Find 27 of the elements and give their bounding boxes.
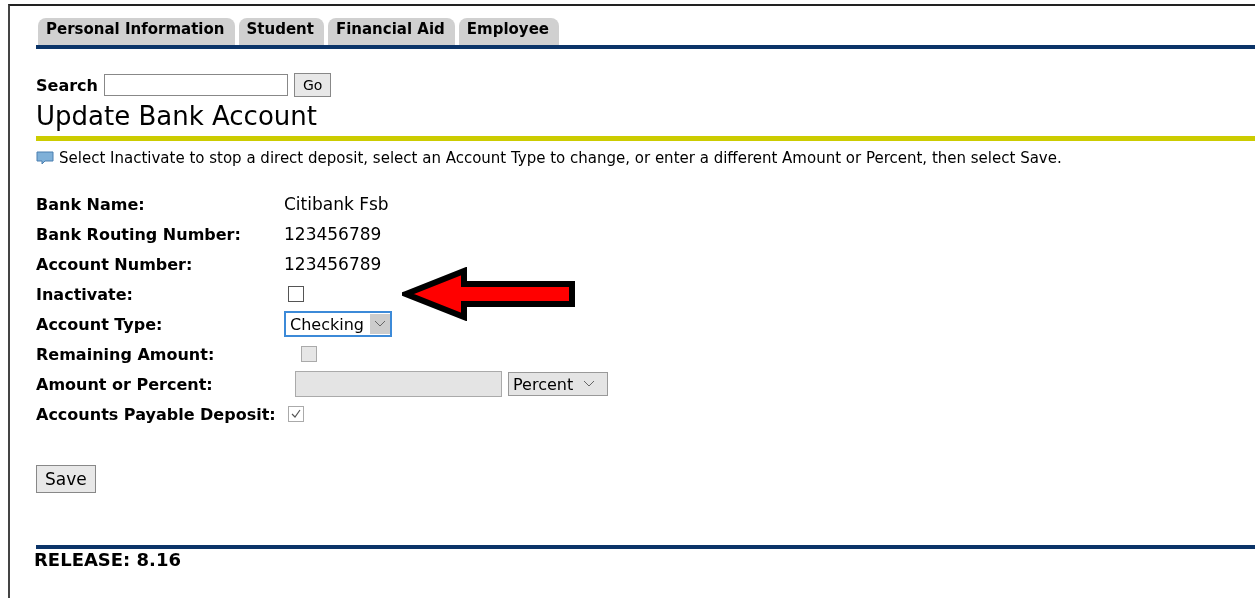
nav-tab[interactable]: Student — [238, 18, 324, 45]
field-label: Accounts Payable Deposit: — [36, 403, 277, 426]
field-label: Account Number: — [36, 253, 194, 276]
field-label: Inactivate: — [36, 283, 134, 306]
nav-tab[interactable]: Personal Information — [38, 18, 235, 45]
account-type-dropdown[interactable]: Checking — [284, 311, 392, 337]
nav-tab[interactable]: Financial Aid — [327, 18, 455, 45]
speech-bubble-icon — [36, 151, 54, 165]
page-title: Update Bank Account — [36, 101, 318, 131]
field-label: Remaining Amount: — [36, 343, 216, 366]
search-field[interactable] — [103, 74, 288, 96]
field-label: Account Type: — [36, 313, 164, 336]
field-value: 123456789 — [284, 254, 382, 274]
field-value: Citibank Fsb — [284, 194, 389, 214]
save-button[interactable]: Save — [36, 465, 96, 493]
field-label: Amount or Percent: — [36, 373, 214, 396]
checkbox[interactable] — [288, 286, 304, 302]
field-label: Bank Routing Number: — [36, 223, 242, 246]
search-label: Search — [36, 75, 98, 95]
nav-tab[interactable]: Employee — [458, 18, 559, 45]
go-button[interactable]: Go — [293, 73, 332, 97]
chevron-down-icon — [583, 380, 596, 388]
release-label: RELEASE: 8.16 — [34, 549, 182, 570]
field-label: Bank Name: — [36, 193, 146, 216]
field-value: 123456789 — [284, 224, 382, 244]
instruction-text: Select Inactivate to stop a direct deposit, select an Account Type to change, or enter a different Amount or Percent, then select Save. — [59, 149, 1062, 167]
chevron-down-icon — [373, 320, 386, 328]
